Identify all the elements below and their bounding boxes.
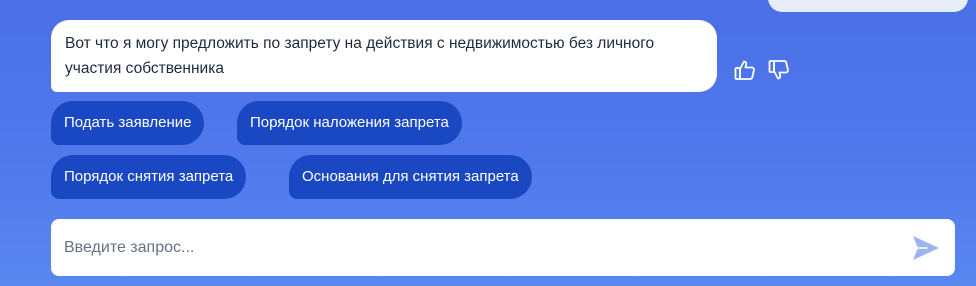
suggestion-chip-grounds-for-lifting[interactable]: Основания для снятия запрета — [289, 155, 532, 199]
previous-user-message — [768, 0, 968, 12]
bot-message: Вот что я могу предложить по запрету на … — [51, 20, 717, 92]
suggestion-chip-submit-application[interactable]: Подать заявление — [51, 101, 205, 145]
query-input[interactable] — [64, 219, 884, 276]
thumbs-down-icon[interactable] — [767, 58, 791, 82]
query-input-bar — [51, 219, 955, 276]
suggestion-chip-imposing-ban[interactable]: Порядок наложения запрета — [237, 101, 462, 145]
suggestion-chip-lifting-ban[interactable]: Порядок снятия запрета — [51, 155, 247, 199]
thumbs-up-icon[interactable] — [733, 58, 757, 82]
send-icon[interactable] — [911, 234, 941, 262]
